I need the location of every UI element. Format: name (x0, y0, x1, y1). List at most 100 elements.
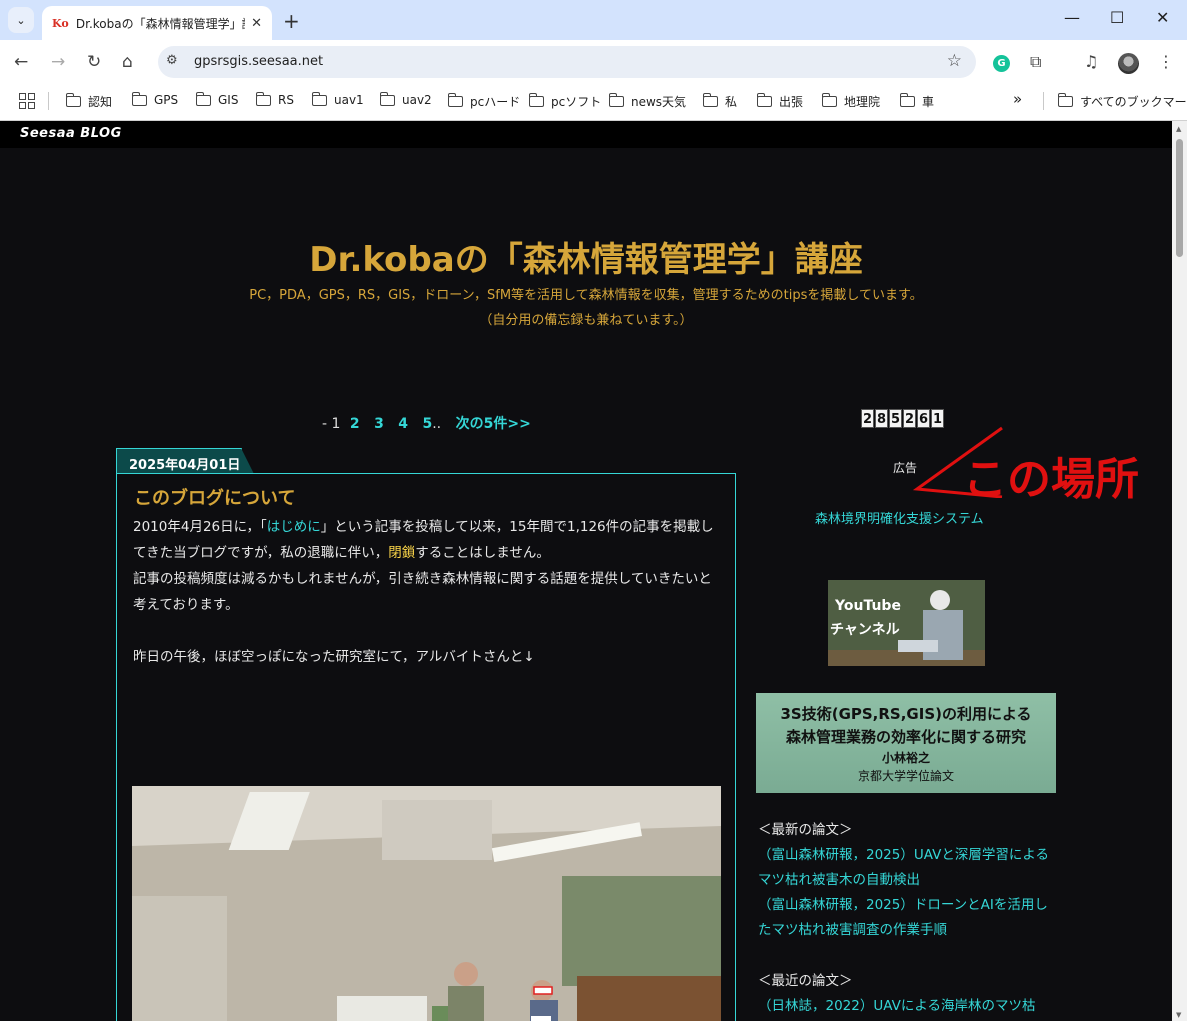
media-control-icon[interactable]: ♫ (1084, 52, 1098, 71)
menu-icon[interactable]: ⋮ (1158, 52, 1174, 71)
recent-paper-link-1[interactable]: （日林誌，2022）UAVによる海岸林のマツ枯 (758, 994, 1058, 1019)
bookmark-folder-13[interactable]: 車 (899, 93, 934, 110)
thesis-title-line-1: 3S技術(GPS,RS,GIS)の利用による (780, 705, 1032, 723)
folder-icon (65, 93, 81, 107)
bookmark-folder-9[interactable]: news天気 (608, 93, 686, 110)
reload-icon[interactable]: ↻ (87, 52, 101, 72)
minimize-icon[interactable]: — (1064, 8, 1080, 27)
bookmark-folder-12[interactable]: 地理院 (821, 93, 880, 110)
post-body: 2010年4月26日に，「はじめに」という記事を投稿して以来，15年間で1,12… (133, 519, 714, 665)
post-title[interactable]: このブログについて (134, 484, 295, 510)
forest-boundary-system-link[interactable]: 森林境界明確化支援システム (815, 508, 984, 527)
bookmark-folder-7[interactable]: pcハード (447, 93, 520, 110)
close-window-icon[interactable]: ✕ (1156, 8, 1169, 27)
folder-icon (899, 93, 915, 107)
pagination: - 1 2 3 4 5.. 次の5件>> (322, 413, 536, 433)
bookmark-star-icon[interactable]: ☆ (947, 51, 962, 71)
youtube-channel-banner[interactable]: YouTube チャンネル (828, 580, 985, 666)
bookmark-folder-2[interactable]: GPS (131, 91, 178, 107)
all-bookmarks-folder[interactable]: すべてのブックマーク (1057, 93, 1187, 110)
thesis-banner[interactable]: 3S技術(GPS,RS,GIS)の利用による 森林管理業務の効率化に関する研究 … (756, 693, 1056, 793)
folder-icon (131, 91, 147, 106)
latest-paper-link-2[interactable]: （富山森林研報，2025）ドローンとAIを活用したマツ枯れ被害調査の作業手順 (758, 893, 1058, 943)
active-tab[interactable]: Ko Dr.kobaの「森林情報管理学」講座 ✕ (42, 6, 272, 40)
seesaa-header-bar: Seesaa BLOG (0, 121, 1172, 148)
post-date: 2025年04月01日 (116, 448, 254, 474)
highlight-text: 閉鎖 (388, 545, 416, 561)
pager-current: - 1 (322, 416, 341, 432)
latest-papers: ＜最新の論文＞ （富山森林研報，2025）UAVと深層学習によるマツ枯れ被害木の… (758, 818, 1058, 943)
bookmark-folder-11[interactable]: 出張 (756, 93, 803, 110)
address-bar[interactable]: ⚙ gpsrsgis.seesaa.net ☆ (158, 46, 976, 78)
blog-description: PC，PDA，GPS，RS，GIS，ドローン，SfM等を活用して森林情報を収集，… (249, 288, 923, 303)
thesis-title-line-2: 森林管理業務の効率化に関する研究 (785, 728, 1026, 746)
folder-icon (702, 93, 718, 107)
post-paragraph-2: 記事の投稿頻度は減るかもしれませんが，引き続き森林情報に関する話題を提供していき… (133, 571, 712, 613)
latest-paper-link-1[interactable]: （富山森林研報，2025）UAVと深層学習によるマツ枯れ被害木の自動検出 (758, 843, 1058, 893)
bookmark-folder-6[interactable]: uav2 (379, 91, 432, 107)
folder-icon (756, 93, 772, 107)
tab-strip: ⌄ Ko Dr.kobaの「森林情報管理学」講座 ✕ + — ☐ ✕ (0, 0, 1187, 40)
bookmark-folder-1[interactable]: 認知 (65, 93, 112, 110)
scroll-down-icon[interactable]: ▼ (1176, 1011, 1181, 1019)
seesaa-blog-logo[interactable]: Seesaa BLOG (20, 126, 122, 141)
channel-label: チャンネル (830, 622, 900, 638)
pager-ellipsis: .. (432, 416, 442, 432)
latest-papers-heading: ＜最新の論文＞ (758, 822, 853, 838)
recent-papers-heading: ＜最近の論文＞ (758, 973, 853, 989)
apps-grid-icon[interactable] (19, 93, 35, 109)
more-bookmarks-icon[interactable]: » (1013, 90, 1022, 108)
pager-link-4[interactable]: 4 (398, 416, 408, 432)
pager-link-2[interactable]: 2 (350, 416, 360, 432)
scroll-up-icon[interactable]: ▲ (1176, 125, 1181, 133)
new-tab-icon[interactable]: + (283, 9, 300, 33)
blog-description-note: （自分用の備忘録も兼ねています。） (479, 313, 693, 328)
folder-icon (528, 93, 544, 107)
site-info-icon[interactable]: ⚙ (166, 53, 178, 68)
folder-icon (1057, 93, 1073, 107)
bookmark-separator (1043, 92, 1044, 110)
lab-photo (132, 786, 721, 1021)
close-tab-icon[interactable]: ✕ (251, 16, 262, 31)
url-text[interactable]: gpsrsgis.seesaa.net (194, 54, 323, 69)
bookmark-folder-5[interactable]: uav1 (311, 91, 364, 107)
extensions-icon[interactable]: ⧉ (1030, 52, 1041, 72)
back-icon[interactable]: ← (14, 52, 28, 72)
blog-page: Seesaa BLOG Dr.kobaの「森林情報管理学」講座 PC，PDA，G… (0, 121, 1172, 1021)
maximize-icon[interactable]: ☐ (1110, 8, 1124, 27)
youtube-label: YouTube (835, 598, 901, 614)
folder-icon (379, 91, 395, 106)
thesis-type: 京都大学学位論文 (857, 769, 954, 783)
hajimeni-link[interactable]: はじめに (267, 519, 321, 535)
recent-papers: ＜最近の論文＞ （日林誌，2022）UAVによる海岸林のマツ枯 (758, 969, 1058, 1019)
bookmark-folder-3[interactable]: GIS (195, 91, 238, 107)
annotation-text: この場所 (963, 454, 1139, 505)
folder-icon (608, 93, 624, 107)
thesis-author: 小林裕之 (881, 751, 930, 765)
pager-link-5[interactable]: 5 (422, 416, 432, 432)
post-paragraph-3: 昨日の午後，ほぼ空っぽになった研究室にて，アルバイトさんと↓ (133, 649, 535, 665)
pager-link-3[interactable]: 3 (374, 416, 384, 432)
home-icon[interactable]: ⌂ (122, 52, 133, 72)
bookmark-folder-8[interactable]: pcソフト (528, 93, 601, 110)
grammarly-extension-icon[interactable]: G (993, 55, 1010, 72)
bookmark-folder-10[interactable]: 私 (702, 93, 737, 110)
bookmark-separator (48, 92, 49, 110)
bookmark-folder-4[interactable]: RS (255, 91, 294, 107)
tab-search-button[interactable]: ⌄ (8, 7, 34, 33)
tab-title: Dr.kobaの「森林情報管理学」講座 (75, 16, 245, 31)
tab-favicon: Ko (52, 16, 69, 30)
forward-icon[interactable]: → (51, 52, 65, 72)
profile-avatar[interactable] (1118, 53, 1139, 74)
folder-icon (821, 93, 837, 107)
post-article: このブログについて 2010年4月26日に，「はじめに」という記事を投稿して以来… (116, 473, 736, 1021)
pager-next-link[interactable]: 次の5件>> (456, 416, 531, 432)
browser-chrome: ⌄ Ko Dr.kobaの「森林情報管理学」講座 ✕ + — ☐ ✕ ← → ↻… (0, 0, 1187, 121)
blog-title[interactable]: Dr.kobaの「森林情報管理学」講座 (0, 232, 1172, 281)
page-scrollbar[interactable]: ▲ ▼ (1172, 121, 1187, 1021)
scrollbar-thumb[interactable] (1176, 139, 1183, 257)
folder-icon (195, 91, 211, 106)
folder-icon (447, 93, 463, 107)
folder-icon (311, 91, 327, 106)
folder-icon (255, 91, 271, 106)
